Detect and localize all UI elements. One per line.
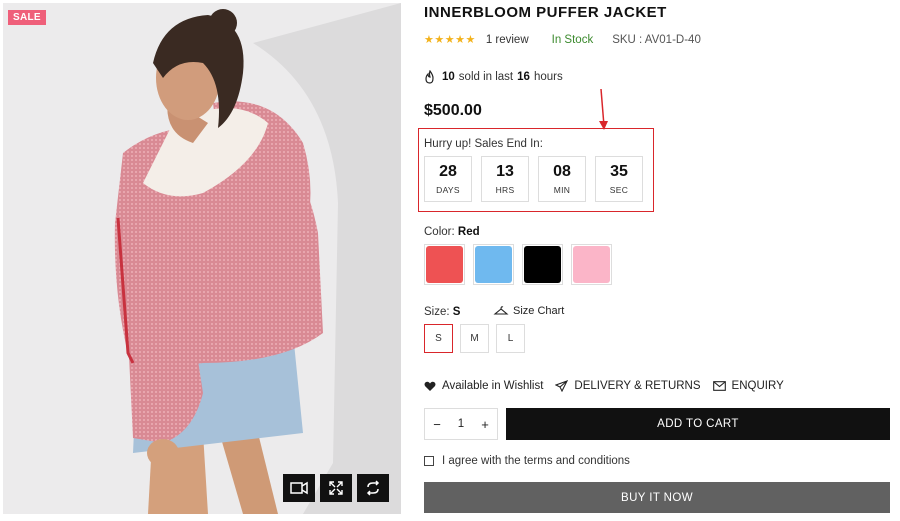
swatch-blue-fill xyxy=(475,246,512,283)
review-count-link[interactable]: 1 review xyxy=(486,34,529,46)
size-option-m[interactable]: M xyxy=(460,324,489,353)
size-label: Size: S xyxy=(424,306,460,318)
qty-plus-button[interactable]: + xyxy=(479,417,491,432)
swatch-red[interactable] xyxy=(424,244,465,285)
countdown-seconds: 35 SEC xyxy=(595,156,643,202)
color-label: Color: Red xyxy=(424,226,480,238)
annotation-arrow xyxy=(599,88,608,130)
sold-text: sold in last xyxy=(458,71,514,83)
envelope-icon xyxy=(712,381,726,391)
product-meta: ★★★★★ 1 review In Stock SKU : AV01-D-40 xyxy=(424,33,701,47)
product-title: INNERBLOOM PUFFER JACKET xyxy=(424,4,667,21)
qty-value[interactable]: 1 xyxy=(458,418,464,430)
countdown-days-unit: DAYS xyxy=(436,185,460,195)
countdown-minutes-value: 08 xyxy=(553,163,571,180)
enquiry-link[interactable]: ENQUIRY xyxy=(712,380,784,392)
countdown-minutes-unit: MIN xyxy=(553,185,571,195)
enquiry-label: ENQUIRY xyxy=(731,380,784,392)
terms-checkbox[interactable] xyxy=(424,456,434,466)
sku: SKU : AV01-D-40 xyxy=(612,33,701,46)
sold-hours: 16 xyxy=(517,71,530,83)
countdown-timer: 28 DAYS 13 HRS 08 MIN 35 SEC xyxy=(424,156,643,202)
add-to-cart-button[interactable]: ADD TO CART xyxy=(506,408,890,440)
countdown-seconds-value: 35 xyxy=(610,163,628,180)
flame-icon xyxy=(425,70,434,84)
product-links: Available in Wishlist DELIVERY & RETURNS… xyxy=(424,380,784,392)
color-selected: Red xyxy=(457,226,480,238)
video-icon xyxy=(290,481,308,495)
size-selected: S xyxy=(452,306,461,318)
delivery-returns-label: DELIVERY & RETURNS xyxy=(574,380,701,392)
size-option-s[interactable]: S xyxy=(424,324,453,353)
heart-icon xyxy=(424,381,436,391)
size-options: S M L xyxy=(424,324,525,353)
expand-icon xyxy=(329,481,343,495)
countdown-days: 28 DAYS xyxy=(424,156,472,202)
product-price: $500.00 xyxy=(424,102,482,119)
swap-icon xyxy=(366,480,380,496)
terms-row: I agree with the terms and conditions xyxy=(424,455,630,467)
terms-label[interactable]: I agree with the terms and conditions xyxy=(442,455,630,467)
paper-plane-icon xyxy=(555,380,569,392)
sold-counter: 10 sold in last 16 hours xyxy=(424,70,563,84)
countdown-label: Hurry up! Sales End In: xyxy=(424,138,543,150)
swatch-pink[interactable] xyxy=(571,244,612,285)
swatch-black-fill xyxy=(524,246,561,283)
stock-status: In Stock xyxy=(551,33,594,46)
swap-button[interactable] xyxy=(357,474,389,502)
countdown-hours-value: 13 xyxy=(496,163,514,180)
rating-stars-icon: ★★★★★ xyxy=(424,34,476,46)
qty-minus-button[interactable]: − xyxy=(431,417,443,432)
media-toolbar xyxy=(283,474,389,502)
expand-button[interactable] xyxy=(320,474,352,502)
countdown-hours: 13 HRS xyxy=(481,156,529,202)
hanger-icon xyxy=(493,306,509,315)
size-label-text: Size: xyxy=(424,306,450,318)
swatch-pink-fill xyxy=(573,246,610,283)
wishlist-label: Available in Wishlist xyxy=(442,380,544,392)
buy-it-now-button[interactable]: BUY IT NOW xyxy=(424,482,890,513)
color-swatches xyxy=(424,244,612,285)
product-image[interactable]: SALE xyxy=(3,3,401,514)
swatch-red-fill xyxy=(426,246,463,283)
countdown-days-value: 28 xyxy=(439,163,457,180)
countdown-hours-unit: HRS xyxy=(495,185,515,195)
size-chart-link[interactable]: Size Chart xyxy=(493,305,564,317)
product-photo xyxy=(3,3,401,514)
sold-hours-unit: hours xyxy=(533,71,563,83)
sold-count: 10 xyxy=(442,71,455,83)
swatch-blue[interactable] xyxy=(473,244,514,285)
video-button[interactable] xyxy=(283,474,315,502)
size-chart-label: Size Chart xyxy=(513,305,565,317)
color-label-text: Color: xyxy=(424,226,455,238)
countdown-seconds-unit: SEC xyxy=(609,185,629,195)
size-option-l[interactable]: L xyxy=(496,324,525,353)
delivery-returns-link[interactable]: DELIVERY & RETURNS xyxy=(555,380,701,392)
swatch-black[interactable] xyxy=(522,244,563,285)
wishlist-link[interactable]: Available in Wishlist xyxy=(424,380,543,392)
countdown-minutes: 08 MIN xyxy=(538,156,586,202)
sale-badge: SALE xyxy=(8,10,46,25)
quantity-stepper: − 1 + xyxy=(424,408,498,440)
